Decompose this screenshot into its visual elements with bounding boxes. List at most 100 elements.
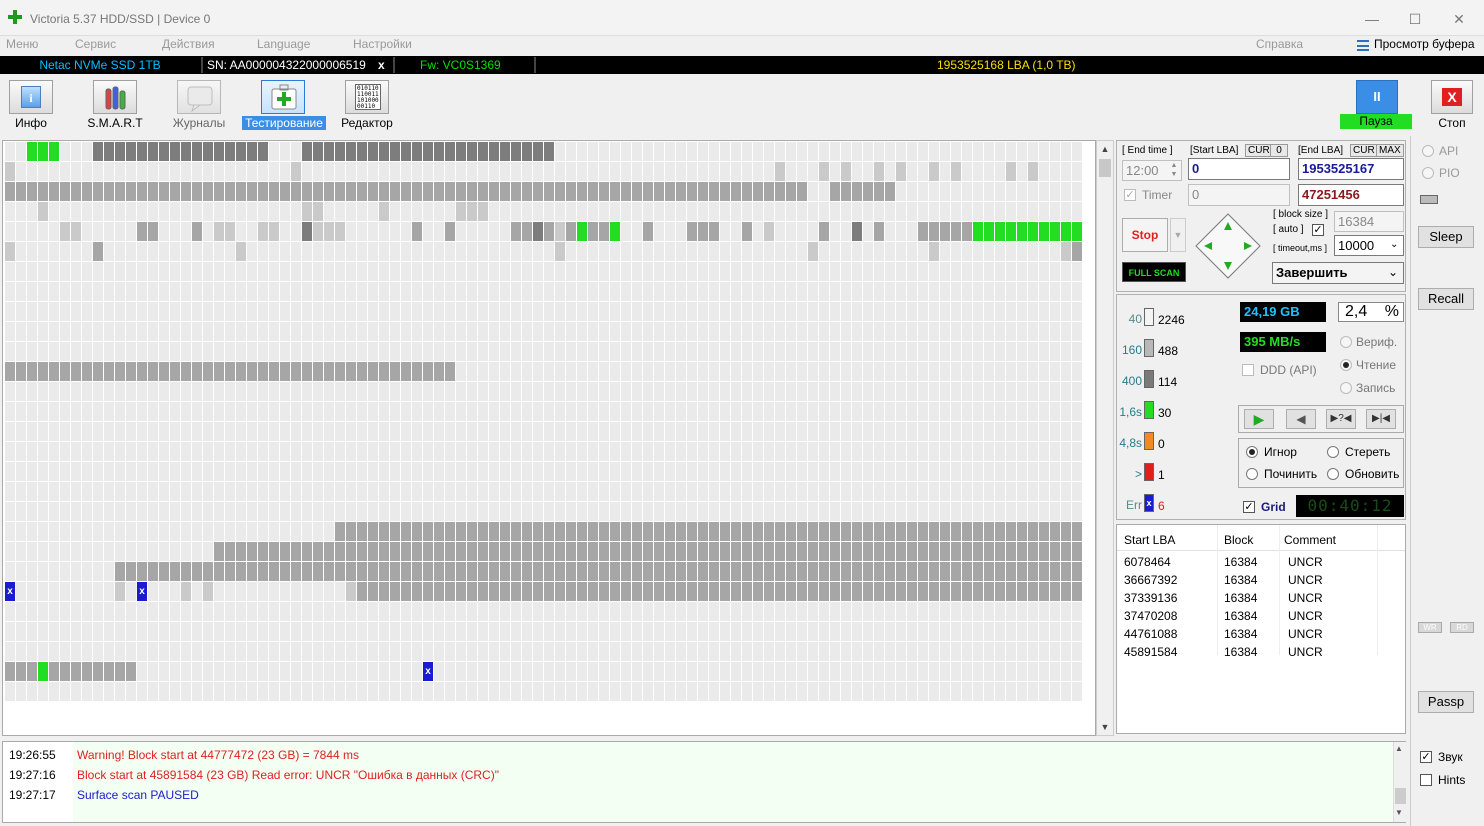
menu-language[interactable]: Language bbox=[257, 37, 310, 51]
error-table-cell[interactable]: 16384 bbox=[1224, 555, 1257, 569]
end-max-button[interactable]: MAX bbox=[1376, 144, 1404, 157]
error-table-cell[interactable]: 45891584 bbox=[1124, 645, 1177, 659]
play-icon[interactable]: ▶ bbox=[1244, 409, 1274, 429]
skip-end-icon[interactable]: ▶|◀ bbox=[1366, 409, 1396, 429]
journals-button[interactable] bbox=[177, 80, 221, 114]
grid-checkbox[interactable]: ✓ bbox=[1243, 501, 1255, 513]
error-table-cell[interactable]: UNCR bbox=[1288, 573, 1323, 587]
log-scrollbar[interactable]: ▲ ▼ bbox=[1393, 742, 1407, 822]
hints-checkbox[interactable] bbox=[1420, 774, 1432, 786]
menu-help[interactable]: Справка bbox=[1256, 37, 1303, 51]
timer-input[interactable]: 0 bbox=[1188, 184, 1290, 206]
pio-radio[interactable] bbox=[1422, 167, 1434, 179]
grid-cell bbox=[335, 682, 345, 701]
block-size-select[interactable]: 16384 bbox=[1334, 211, 1404, 232]
grid-cell bbox=[291, 202, 301, 221]
error-table-cell[interactable]: UNCR bbox=[1288, 609, 1323, 623]
erase-radio[interactable] bbox=[1327, 446, 1339, 458]
pause-button[interactable]: II bbox=[1356, 80, 1398, 114]
time-spinner-icon[interactable]: ▲ ▼ bbox=[1168, 161, 1180, 180]
end-lba-input[interactable]: 1953525167 bbox=[1298, 158, 1404, 180]
info-button[interactable]: i bbox=[9, 80, 53, 114]
grid-cell bbox=[137, 242, 147, 261]
grid-cell bbox=[247, 342, 257, 361]
full-scan-button[interactable]: FULL SCAN bbox=[1122, 262, 1186, 282]
timeout-chevron-down-icon[interactable]: ⌄ bbox=[1390, 239, 1398, 250]
error-table-cell[interactable]: 44761088 bbox=[1124, 627, 1177, 641]
verify-radio[interactable] bbox=[1340, 336, 1352, 348]
error-table-cell[interactable]: 6078464 bbox=[1124, 555, 1171, 569]
maximize-button[interactable]: ☐ bbox=[1400, 8, 1430, 30]
title-bar[interactable]: Victoria 5.37 HDD/SSD | Device 0 — ☐ ✕ bbox=[0, 0, 1484, 36]
testing-button[interactable] bbox=[261, 80, 305, 114]
api-radio[interactable] bbox=[1422, 145, 1434, 157]
passp-button[interactable]: Passp bbox=[1418, 691, 1474, 713]
finish-chevron-down-icon[interactable]: ⌄ bbox=[1388, 265, 1398, 279]
scroll-up-icon[interactable]: ▲ bbox=[1097, 142, 1113, 156]
recall-button[interactable]: Recall bbox=[1418, 288, 1474, 310]
col-block[interactable]: Block bbox=[1224, 533, 1253, 547]
grid-cell bbox=[566, 342, 576, 361]
grid-cell bbox=[423, 182, 433, 201]
log-scrollbar-thumb[interactable] bbox=[1395, 788, 1406, 804]
grid-cell bbox=[379, 622, 389, 641]
sound-checkbox[interactable]: ✓ bbox=[1420, 751, 1432, 763]
error-table-cell[interactable]: 16384 bbox=[1224, 573, 1257, 587]
menu-service[interactable]: Сервис bbox=[75, 37, 116, 51]
error-table-cell[interactable]: 16384 bbox=[1224, 627, 1257, 641]
grid-cell bbox=[291, 362, 301, 381]
menu-settings[interactable]: Настройки bbox=[353, 37, 412, 51]
timer-checkbox[interactable]: ✓ bbox=[1124, 189, 1136, 201]
scrollbar-thumb[interactable] bbox=[1099, 159, 1111, 177]
log-scroll-down-icon[interactable]: ▼ bbox=[1395, 808, 1403, 817]
refresh-radio[interactable] bbox=[1327, 468, 1339, 480]
ddd-checkbox[interactable] bbox=[1242, 364, 1254, 376]
stop-dropdown-icon[interactable]: ▼ bbox=[1170, 218, 1186, 252]
error-table-cell[interactable]: UNCR bbox=[1288, 627, 1323, 641]
write-radio[interactable] bbox=[1340, 382, 1352, 394]
start-lba-input[interactable]: 0 bbox=[1188, 158, 1290, 180]
error-table-cell[interactable]: 16384 bbox=[1224, 591, 1257, 605]
error-table-cell[interactable]: 16384 bbox=[1224, 609, 1257, 623]
stop-scan-button[interactable]: Stop bbox=[1122, 218, 1168, 252]
grid-cell bbox=[753, 162, 763, 181]
error-table-cell[interactable]: 16384 bbox=[1224, 645, 1257, 659]
sleep-button[interactable]: Sleep bbox=[1418, 226, 1474, 248]
error-table-cell[interactable]: 37470208 bbox=[1124, 609, 1177, 623]
start-cur-button[interactable]: CUR bbox=[1245, 144, 1273, 157]
start-zero-button[interactable]: 0 bbox=[1270, 144, 1288, 157]
error-table-cell[interactable]: UNCR bbox=[1288, 555, 1323, 569]
smart-button[interactable] bbox=[93, 80, 137, 114]
ignore-radio[interactable] bbox=[1246, 446, 1258, 458]
menu-actions[interactable]: Действия bbox=[162, 37, 215, 51]
back-icon[interactable]: ◀ bbox=[1286, 409, 1316, 429]
col-comment[interactable]: Comment bbox=[1284, 533, 1336, 547]
error-table-cell[interactable]: 36667392 bbox=[1124, 573, 1177, 587]
col-start-lba[interactable]: Start LBA bbox=[1124, 533, 1175, 547]
editor-button[interactable]: 010110 110011 101000 00110 bbox=[345, 80, 389, 114]
grid-cell bbox=[995, 282, 1005, 301]
finish-action-select[interactable]: Завершить bbox=[1272, 262, 1404, 284]
read-radio[interactable] bbox=[1340, 359, 1352, 371]
scroll-down-icon[interactable]: ▼ bbox=[1097, 720, 1113, 734]
grid-cell bbox=[478, 462, 488, 481]
device-close-x[interactable]: x bbox=[378, 56, 392, 74]
skip-unknown-icon[interactable]: ▶?◀ bbox=[1326, 409, 1356, 429]
menu-buffer-view[interactable]: Просмотр буфера bbox=[1374, 37, 1475, 51]
auto-checkbox[interactable]: ✓ bbox=[1312, 224, 1324, 236]
error-table-cell[interactable]: 37339136 bbox=[1124, 591, 1177, 605]
stop-toolbar-button[interactable]: X bbox=[1431, 80, 1473, 114]
error-table-cell[interactable]: UNCR bbox=[1288, 645, 1323, 659]
device-name[interactable]: Netac NVMe SSD 1TB bbox=[0, 56, 200, 74]
minimize-button[interactable]: — bbox=[1357, 8, 1387, 30]
log-scroll-up-icon[interactable]: ▲ bbox=[1395, 744, 1403, 753]
end-cur-button[interactable]: CUR bbox=[1350, 144, 1378, 157]
repair-radio[interactable] bbox=[1246, 468, 1258, 480]
grid-cell bbox=[929, 442, 939, 461]
menu-main[interactable]: Меню bbox=[6, 37, 38, 51]
grid-cell bbox=[687, 182, 697, 201]
error-table-cell[interactable]: UNCR bbox=[1288, 591, 1323, 605]
direction-pad-icon[interactable] bbox=[1194, 212, 1262, 280]
close-button[interactable]: ✕ bbox=[1444, 8, 1474, 30]
grid-scrollbar[interactable]: ▲ ▼ bbox=[1096, 140, 1114, 736]
